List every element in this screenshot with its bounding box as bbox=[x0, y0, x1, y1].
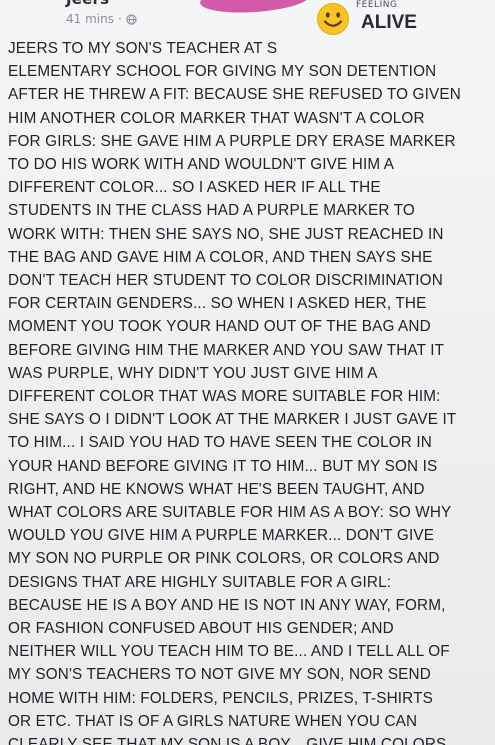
smiley-face-icon bbox=[316, 2, 350, 36]
feeling-label: FEELING bbox=[356, 0, 398, 10]
feeling-value: ALIVE bbox=[361, 12, 417, 33]
post-header: Jeers 41 mins · FEE bbox=[0, 0, 495, 36]
pink-sticker-edge bbox=[199, 0, 311, 16]
post-meta: 41 mins · bbox=[66, 12, 137, 26]
author-name[interactable]: Jeers bbox=[66, 0, 109, 8]
post-body-text: JEERS TO MY SON'S TEACHER AT S ELEMENTAR… bbox=[8, 40, 461, 745]
globe-icon[interactable] bbox=[126, 13, 137, 25]
meta-separator: · bbox=[117, 12, 122, 26]
timestamp-link[interactable]: 41 mins bbox=[66, 12, 114, 26]
facebook-post: Jeers 41 mins · FEE bbox=[0, 0, 495, 745]
